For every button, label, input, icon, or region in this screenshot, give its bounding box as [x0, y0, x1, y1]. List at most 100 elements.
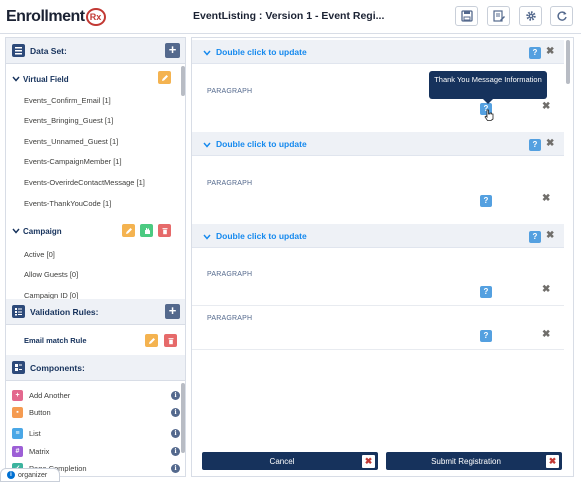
submit-label: Submit Registration: [431, 456, 501, 466]
paragraph-field[interactable]: PARAGRAPH: [207, 180, 252, 187]
add-dataset-button[interactable]: +: [165, 43, 180, 58]
button-icon: ▪: [12, 406, 23, 418]
list-item[interactable]: Events_Unnamed_Guest [1]: [24, 137, 118, 146]
edit-campaign-button[interactable]: [122, 224, 135, 237]
paragraph-field[interactable]: PARAGRAPH: [207, 315, 252, 322]
help-icon[interactable]: ?: [480, 286, 492, 298]
organizer-tab[interactable]: i organizer: [0, 468, 60, 482]
list-icon: ≡: [12, 427, 23, 439]
pencil-icon: [125, 227, 132, 234]
components-scrollbar[interactable]: [181, 383, 185, 453]
components-icon: [12, 361, 25, 374]
list-item[interactable]: Allow Guests [0]: [24, 270, 78, 279]
section-title[interactable]: Double click to update: [216, 231, 307, 241]
component-list[interactable]: ≡ List i: [12, 426, 182, 440]
pencil-icon: [161, 74, 168, 81]
component-button[interactable]: ▪ Button i: [12, 405, 182, 419]
save-button[interactable]: [455, 6, 478, 26]
section-title[interactable]: Double click to update: [216, 139, 307, 149]
close-icon[interactable]: ✖: [546, 231, 554, 241]
chevron-down-icon: [12, 228, 20, 234]
section-block-header[interactable]: Double click to update ? ✖: [192, 132, 564, 156]
dataset-header: Data Set: +: [6, 38, 185, 64]
section-block-header[interactable]: Double click to update ? ✖: [192, 224, 564, 248]
help-icon[interactable]: ?: [480, 195, 492, 207]
component-label: List: [29, 428, 41, 438]
info-icon[interactable]: i: [171, 407, 180, 417]
help-icon[interactable]: ?: [529, 231, 541, 243]
info-icon[interactable]: i: [171, 390, 180, 400]
clone-campaign-button[interactable]: [140, 224, 153, 237]
settings-button[interactable]: [519, 6, 542, 26]
row-divider: [192, 305, 564, 306]
add-another-icon: +: [12, 389, 23, 401]
logo-badge: Rx: [85, 8, 106, 26]
gear-icon: [525, 11, 536, 21]
info-icon[interactable]: i: [171, 463, 180, 473]
list-item[interactable]: Events_Bringing_Guest [1]: [24, 116, 113, 125]
chevron-down-icon[interactable]: [203, 233, 211, 241]
section-title[interactable]: Double click to update: [216, 47, 307, 57]
save-icon: [460, 10, 473, 22]
component-matrix[interactable]: # Matrix i: [12, 444, 182, 458]
list-item[interactable]: Events_Confirm_Email [1]: [24, 96, 111, 105]
list-item[interactable]: Events-ThankYouCode [1]: [24, 199, 111, 208]
list-item[interactable]: Events-CampaignMember [1]: [24, 157, 122, 166]
edit-icon: [492, 10, 505, 22]
group-virtual-field[interactable]: Virtual Field: [6, 70, 181, 88]
add-validation-button[interactable]: +: [165, 304, 180, 319]
edit-button[interactable]: [487, 6, 510, 26]
components-title: Components:: [30, 362, 85, 373]
edit-rule-button[interactable]: [145, 334, 158, 347]
list-item[interactable]: Events-OverirdeContactMessage [1]: [24, 178, 145, 187]
dataset-scrollbar[interactable]: [181, 66, 185, 96]
chevron-down-icon: [12, 76, 20, 82]
chevron-down-icon[interactable]: [203, 141, 211, 149]
refresh-button[interactable]: [550, 6, 573, 26]
close-icon[interactable]: ✖: [546, 47, 554, 57]
remove-cancel-icon[interactable]: ✖: [362, 454, 375, 468]
validation-rule[interactable]: Email match Rule: [24, 336, 87, 345]
hand-icon: [144, 227, 150, 234]
organizer-label: organizer: [18, 471, 48, 479]
refresh-icon: [556, 11, 567, 21]
validation-title: Validation Rules:: [30, 306, 99, 317]
component-label: Matrix: [29, 446, 50, 456]
pencil-icon: [148, 337, 155, 344]
matrix-icon: #: [12, 445, 23, 457]
close-icon[interactable]: ✖: [542, 194, 550, 204]
remove-submit-icon[interactable]: ✖: [546, 454, 559, 468]
component-add-another[interactable]: + Add Another i: [12, 388, 182, 402]
close-icon[interactable]: ✖: [542, 285, 550, 295]
group-label: Campaign: [23, 226, 62, 236]
group-campaign[interactable]: Campaign: [6, 222, 181, 240]
paragraph-field[interactable]: PARAGRAPH: [207, 88, 252, 95]
list-item[interactable]: Active [0]: [24, 250, 55, 259]
canvas-scrollbar[interactable]: [566, 40, 570, 84]
submit-registration-button[interactable]: Submit Registration ✖: [386, 452, 562, 470]
close-icon[interactable]: ✖: [546, 139, 554, 149]
close-icon[interactable]: ✖: [542, 330, 550, 340]
delete-campaign-button[interactable]: [158, 224, 171, 237]
section-block-header[interactable]: Double click to update ? ✖: [192, 40, 564, 64]
organizer-icon: i: [7, 471, 15, 479]
help-icon[interactable]: ?: [480, 330, 492, 342]
dataset-title: Data Set:: [30, 45, 67, 56]
delete-rule-button[interactable]: [164, 334, 177, 347]
components-header: Components:: [6, 355, 185, 381]
dataset-icon: [12, 44, 25, 57]
help-icon[interactable]: ?: [529, 47, 541, 59]
paragraph-field[interactable]: PARAGRAPH: [207, 271, 252, 278]
info-icon[interactable]: i: [171, 428, 180, 438]
chevron-down-icon[interactable]: [203, 49, 211, 57]
validation-icon: [12, 305, 25, 318]
edit-virtual-field-button[interactable]: [158, 71, 171, 84]
close-icon[interactable]: ✖: [542, 102, 550, 112]
help-icon[interactable]: ?: [529, 139, 541, 151]
left-sidebar: Data Set: + Virtual Field Events_Confirm…: [5, 37, 186, 477]
hand-cursor-icon: [484, 109, 494, 121]
component-label: Add Another: [29, 390, 71, 400]
info-icon[interactable]: i: [171, 446, 180, 456]
trash-icon: [162, 227, 167, 234]
cancel-button[interactable]: Cancel ✖: [202, 452, 378, 470]
